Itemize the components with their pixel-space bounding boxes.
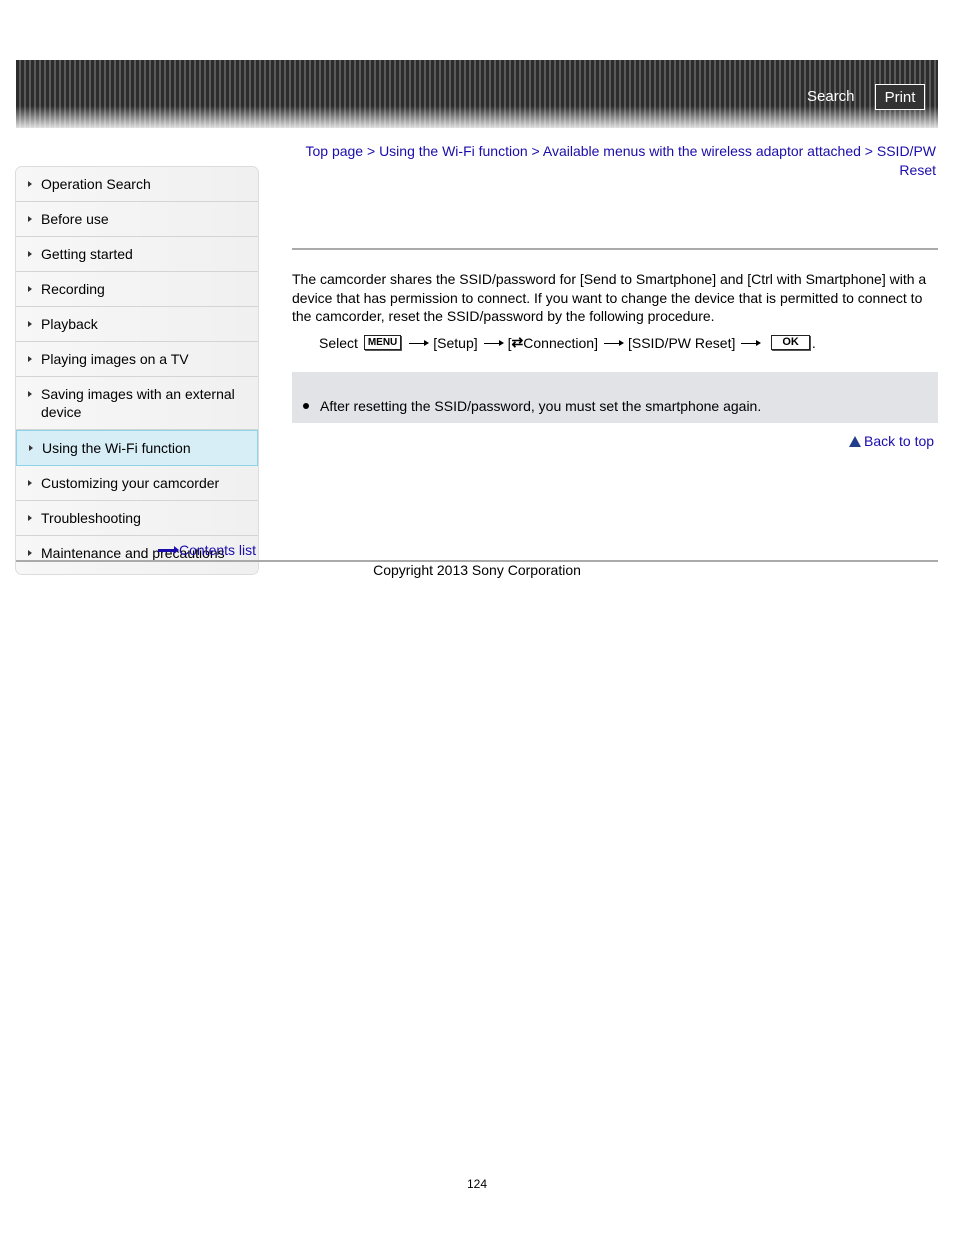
caret-right-icon xyxy=(28,321,32,327)
sidebar-item-playing-on-tv[interactable]: Playing images on a TV xyxy=(16,342,258,377)
arrow-right-icon xyxy=(603,340,624,345)
caret-right-icon xyxy=(28,286,32,292)
caret-right-icon xyxy=(28,181,32,187)
breadcrumb-top-page[interactable]: Top page xyxy=(305,143,363,159)
caret-right-icon xyxy=(28,356,32,362)
contents-list-link[interactable]: Contents list xyxy=(158,542,256,558)
sidebar-item-before-use[interactable]: Before use xyxy=(16,202,258,237)
sidebar-item-getting-started[interactable]: Getting started xyxy=(16,237,258,272)
breadcrumb-wifi-function[interactable]: Using the Wi-Fi function xyxy=(379,143,528,159)
step-prefix: Select xyxy=(319,334,358,351)
breadcrumb: Top page > Using the Wi-Fi function > Av… xyxy=(296,142,936,180)
triangle-up-icon xyxy=(849,435,861,447)
caret-right-icon xyxy=(28,480,32,486)
header-banner xyxy=(16,60,938,128)
copyright-text: Copyright 2013 Sony Corporation xyxy=(373,562,581,578)
sidebar-item-label: Playing images on a TV xyxy=(41,351,189,367)
breadcrumb-separator: > xyxy=(527,143,543,159)
sidebar-item-label: Playback xyxy=(41,316,98,332)
procedure-step: Select MENU [Setup] [⇄ Connection] [SSID/… xyxy=(319,334,816,351)
sidebar-item-label: Troubleshooting xyxy=(41,510,141,526)
arrow-right-icon xyxy=(741,340,762,345)
breadcrumb-ssid-pw-reset[interactable]: SSID/PW Reset xyxy=(877,143,936,178)
arrow-right-icon xyxy=(158,545,179,554)
sidebar-item-operation-search[interactable]: Operation Search xyxy=(16,167,258,202)
sidebar-item-troubleshooting[interactable]: Troubleshooting xyxy=(16,501,258,536)
caret-right-icon xyxy=(28,550,32,556)
note-item: After resetting the SSID/password, you m… xyxy=(303,398,761,414)
intro-paragraph: The camcorder shares the SSID/password f… xyxy=(292,271,927,324)
back-to-top-label: Back to top xyxy=(864,433,935,449)
ok-button-icon: OK xyxy=(771,335,810,350)
connection-icon: ⇄ xyxy=(511,334,524,350)
title-divider xyxy=(292,248,938,250)
contents-list-label: Contents list xyxy=(179,542,257,558)
back-to-top-link[interactable]: Back to top xyxy=(849,433,934,449)
step-suffix: . xyxy=(811,334,816,351)
breadcrumb-separator: > xyxy=(860,143,877,159)
arrow-right-icon xyxy=(483,340,504,345)
caret-right-icon xyxy=(28,515,32,521)
step-connection: Connection] xyxy=(523,334,598,351)
sidebar-item-saving-images[interactable]: Saving images with an external device xyxy=(16,377,258,430)
sidebar-item-label: Saving images with an external device xyxy=(41,386,235,420)
caret-right-icon xyxy=(28,216,32,222)
sidebar-item-label: Before use xyxy=(41,211,109,227)
breadcrumb-available-menus[interactable]: Available menus with the wireless adapto… xyxy=(543,143,861,159)
sidebar-item-playback[interactable]: Playback xyxy=(16,307,258,342)
caret-right-icon xyxy=(28,391,32,397)
page-number: 124 xyxy=(466,1177,488,1191)
sidebar-item-label: Using the Wi-Fi function xyxy=(42,440,191,456)
breadcrumb-separator: > xyxy=(363,143,380,159)
sidebar-item-label: Getting started xyxy=(41,246,133,262)
caret-right-icon xyxy=(29,445,33,451)
sidebar-nav: Operation Search Before use Getting star… xyxy=(15,166,259,575)
bullet-icon xyxy=(303,403,309,409)
sidebar-item-label: Recording xyxy=(41,281,105,297)
sidebar-item-wifi[interactable]: Using the Wi-Fi function xyxy=(16,430,258,466)
arrow-right-icon xyxy=(409,340,430,345)
caret-right-icon xyxy=(28,251,32,257)
step-ssid-reset: [SSID/PW Reset] xyxy=(627,334,736,351)
note-text: After resetting the SSID/password, you m… xyxy=(320,398,762,414)
menu-button-icon: MENU xyxy=(363,335,402,350)
sidebar-item-label: Operation Search xyxy=(41,176,151,192)
step-setup: [Setup] xyxy=(433,334,478,351)
sidebar-item-label: Customizing your camcorder xyxy=(41,475,220,491)
print-button[interactable]: Print xyxy=(875,84,925,110)
sidebar-item-customizing[interactable]: Customizing your camcorder xyxy=(16,466,258,501)
sidebar-item-recording[interactable]: Recording xyxy=(16,272,258,307)
search-link[interactable]: Search xyxy=(807,88,855,105)
